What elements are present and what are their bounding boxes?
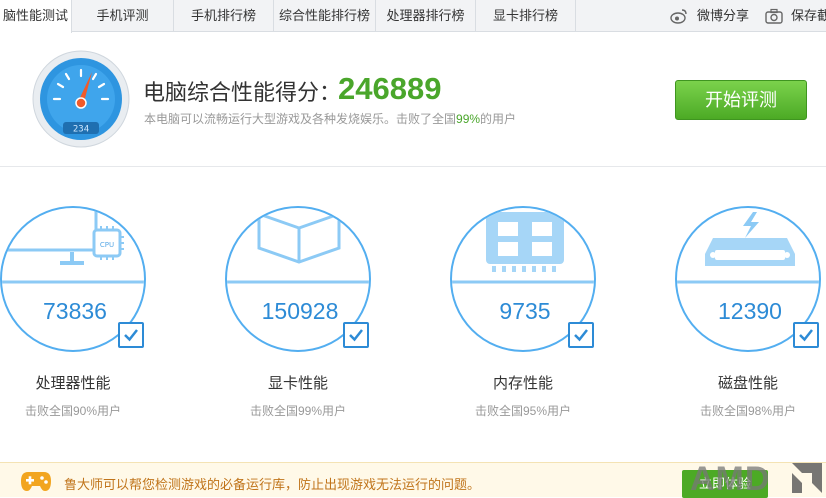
checkbox-checked-icon [793,322,819,348]
cpu-card-title: 处理器性能 [35,375,111,392]
tab-label: 综合性能排行榜 [278,8,370,23]
tab-label: 手机评测 [96,8,149,23]
tab-cpu-ranking[interactable]: 处理器排行榜 [376,0,476,32]
tab-overall-ranking[interactable]: 综合性能排行榜 [274,0,376,32]
tab-label: 脑性能测试 [2,8,68,23]
tab-label: 处理器排行榜 [386,8,465,23]
subtitle-percent: 99% [456,112,481,126]
camera-icon [765,8,783,24]
weibo-share-button[interactable]: 微博分享 [670,0,750,32]
tab-label: 显卡排行榜 [492,8,558,23]
weibo-icon [670,9,687,24]
tab-phone-ranking[interactable]: 手机排行榜 [174,0,274,32]
disk-score: 12390 [718,298,782,324]
save-screenshot-button[interactable]: 保存截 [765,0,826,32]
start-benchmark-button[interactable]: 开始评测 [675,80,807,120]
checkbox-checked-icon [568,322,594,348]
disk-card-subtitle: 击败全国98%用户 [699,404,797,418]
gamepad-icon [21,472,51,491]
score-subtitle: 本电脑可以流畅运行大型游戏及各种发烧娱乐。击败了全国99%的用户 [144,110,516,127]
tab-bar: 脑性能测试 手机评测 手机排行榜 综合性能排行榜 处理器排行榜 显卡排行榜 微博… [0,0,826,33]
tab-pc-benchmark[interactable]: 脑性能测试 [0,0,72,33]
score-value: 246889 [338,71,442,106]
amd-logo-text: AMD [690,460,770,497]
gpu-card-title: 显卡性能 [267,375,328,392]
weibo-share-label: 微博分享 [697,8,750,23]
checkbox-checked-icon [118,322,144,348]
gpu-card-subtitle: 击败全国99%用户 [249,404,347,418]
tab-gpu-ranking[interactable]: 显卡排行榜 [476,0,576,32]
checkbox-checked-icon [343,322,369,348]
tab-phone-review[interactable]: 手机评测 [72,0,174,32]
subtitle-suffix: 的用户 [480,112,517,126]
memory-card-title: 内存性能 [492,375,553,392]
save-screenshot-label: 保存截 [791,8,826,23]
disk-card-title: 磁盘性能 [717,375,778,392]
memory-card-subtitle: 击败全国95%用户 [474,404,572,418]
score-header: 234 电脑综合性能得分： 246889 本电脑可以流畅运行大型游戏及各种发烧娱… [0,33,826,167]
svg-text:CPU: CPU [100,241,114,249]
amd-logo: AMD [690,460,822,497]
notice-text: 鲁大师可以帮您检测游戏的必备运行库，防止出现游戏无法运行的问题。 [64,477,481,492]
memory-score: 9735 [499,298,551,324]
subtitle-prefix: 本电脑可以流畅运行大型游戏及各种发烧娱乐。击败了全国 [144,112,457,126]
tab-label: 手机排行榜 [190,8,256,23]
gpu-score: 150928 [261,298,339,324]
cpu-card-subtitle: 击败全国90%用户 [24,404,122,418]
score-label: 电脑综合性能得分： [143,80,342,105]
gauge-digits: 234 [73,125,89,135]
cpu-score: 73836 [43,298,107,324]
speedometer-icon: 234 [32,50,130,148]
